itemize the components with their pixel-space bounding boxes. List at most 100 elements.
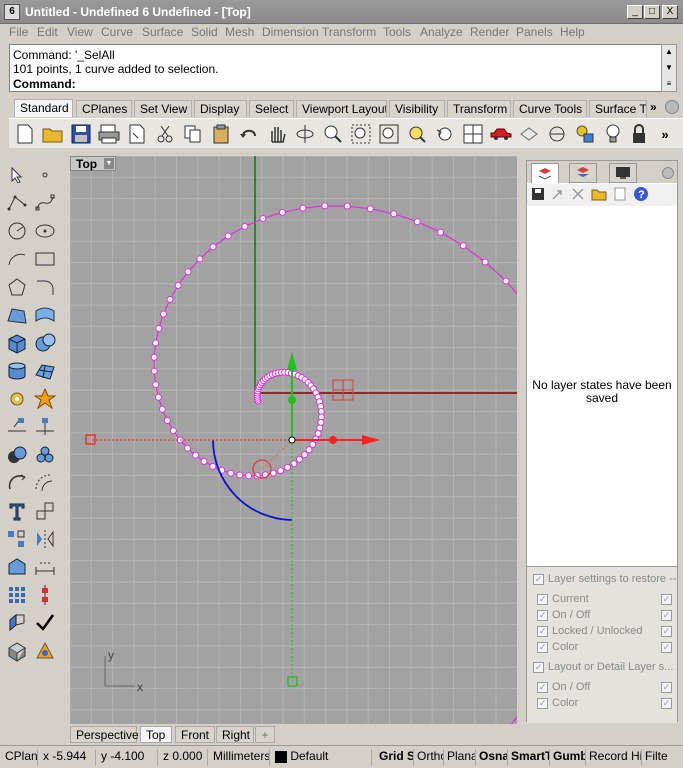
save-icon[interactable] (69, 122, 93, 146)
gumball-y-scale-dot[interactable] (288, 396, 296, 404)
scroll-expand-icon[interactable]: ≡ (662, 78, 676, 90)
control-point[interactable] (284, 463, 292, 471)
gumball-x-arrow-icon[interactable] (362, 435, 380, 445)
new-file-icon[interactable] (13, 122, 37, 146)
loft-icon[interactable] (32, 302, 58, 328)
tab-curve-tools[interactable]: Curve Tools (513, 100, 587, 117)
menu-help[interactable]: Help (560, 25, 585, 39)
rotate-view-icon[interactable] (293, 122, 317, 146)
point-on-curve-icon[interactable] (32, 582, 58, 608)
explode-icon[interactable] (32, 386, 58, 412)
control-point[interactable] (309, 441, 317, 448)
control-point[interactable] (241, 223, 249, 230)
viewport-tab-right[interactable]: Right (216, 726, 254, 743)
tab-standard[interactable]: Standard (14, 99, 73, 117)
control-point[interactable] (316, 424, 324, 432)
offset-icon[interactable] (32, 470, 58, 496)
status-planar[interactable]: Planar (444, 749, 476, 766)
trim-icon[interactable] (4, 414, 30, 440)
control-point[interactable] (459, 242, 467, 250)
menu-panels[interactable]: Panels (516, 25, 553, 39)
viewport-tab-top[interactable]: Top (140, 726, 172, 743)
control-point[interactable] (196, 255, 204, 263)
select-arrow-icon[interactable] (4, 162, 30, 188)
box-icon[interactable] (4, 330, 30, 356)
extrude-icon[interactable] (4, 610, 30, 636)
status-cplane[interactable]: CPlane (2, 749, 38, 766)
current-checkbox[interactable]: ✓ (537, 593, 548, 605)
undo-view-icon[interactable] (433, 122, 457, 146)
control-point[interactable] (481, 258, 489, 266)
restore-state-icon[interactable] (551, 187, 565, 204)
menu-surface[interactable]: Surface (142, 25, 183, 39)
gumball-y-scale-handle[interactable] (287, 676, 298, 687)
minimize-button[interactable]: _ (627, 5, 643, 19)
layout-on-off-checkbox[interactable]: ✓ (537, 681, 548, 693)
status-units[interactable]: Millimeters (210, 749, 270, 766)
lock-icon[interactable] (627, 122, 651, 146)
control-point[interactable] (150, 353, 158, 361)
tab-visibility[interactable]: Visibility (389, 100, 445, 117)
settings-header-checkbox[interactable]: ✓ (533, 573, 544, 585)
undo-icon[interactable] (237, 122, 261, 146)
display-tab-icon[interactable] (609, 163, 637, 183)
control-point[interactable] (174, 281, 182, 289)
tab-select[interactable]: Select (249, 100, 294, 117)
control-point[interactable] (158, 405, 166, 413)
help-icon[interactable]: ? (633, 186, 649, 205)
menu-dimension[interactable]: Dimension (262, 25, 319, 39)
tab-display[interactable]: Display (194, 100, 247, 117)
gumball-x-scale-dot[interactable] (329, 436, 337, 444)
control-point[interactable] (277, 467, 285, 475)
control-point[interactable] (437, 228, 444, 236)
toolbar-more-icon[interactable]: » (653, 122, 677, 146)
layout-color-right-checkbox[interactable]: ✓ (661, 697, 676, 709)
rhino-app-icon[interactable]: 6 (4, 4, 20, 20)
maximize-button[interactable]: □ (644, 5, 660, 19)
control-point[interactable] (317, 418, 325, 426)
mirror-icon[interactable] (32, 526, 58, 552)
control-point[interactable] (299, 204, 307, 212)
locked-checkbox[interactable]: ✓ (537, 625, 548, 637)
layers-tab-icon[interactable] (531, 163, 559, 183)
control-point[interactable] (245, 472, 253, 480)
control-point[interactable] (296, 455, 303, 463)
top-viewport[interactable]: y x (70, 156, 517, 724)
menu-analyze[interactable]: Analyze (420, 25, 463, 39)
status-layer[interactable]: Default (272, 749, 372, 766)
control-point[interactable] (227, 469, 235, 477)
viewport-canvas[interactable]: y x (70, 156, 517, 724)
panel-gear-icon[interactable] (662, 167, 674, 179)
scroll-up-icon[interactable]: ▲ (662, 46, 676, 58)
save-as-template-icon[interactable] (125, 122, 149, 146)
status-ortho[interactable]: Ortho (414, 749, 444, 766)
control-point[interactable] (152, 381, 160, 389)
tab-set-view[interactable]: Set View (134, 100, 192, 117)
color-right-checkbox[interactable]: ✓ (661, 641, 676, 653)
control-point[interactable] (209, 462, 217, 470)
status-grid-snap[interactable]: Grid Sn (376, 749, 414, 766)
boolean-difference-icon[interactable] (32, 442, 58, 468)
control-point[interactable] (259, 215, 267, 223)
boolean-union-icon[interactable] (4, 442, 30, 468)
chevron-down-icon[interactable]: ▼ (104, 158, 114, 169)
viewport-title[interactable]: Top ▼ (70, 156, 116, 171)
menu-transform[interactable]: Transform (322, 25, 376, 39)
color-checkbox[interactable]: ✓ (537, 641, 548, 653)
control-point[interactable] (166, 296, 174, 303)
check-icon[interactable] (32, 610, 58, 636)
control-point[interactable] (278, 208, 286, 216)
render-tools-icon[interactable] (32, 638, 58, 664)
gear-icon[interactable] (665, 100, 679, 114)
four-viewports-icon[interactable] (461, 122, 485, 146)
curve-cv-icon[interactable] (32, 190, 58, 216)
gumball-plane-handle[interactable] (332, 379, 354, 401)
control-point[interactable] (163, 417, 171, 424)
layout-color-checkbox[interactable]: ✓ (537, 697, 548, 709)
print-icon[interactable] (97, 122, 121, 146)
array-icon[interactable] (4, 526, 30, 552)
copy-icon[interactable] (181, 122, 205, 146)
dimension-icon[interactable] (32, 554, 58, 580)
control-point[interactable] (366, 205, 374, 213)
mesh-plane-icon[interactable] (32, 358, 58, 384)
